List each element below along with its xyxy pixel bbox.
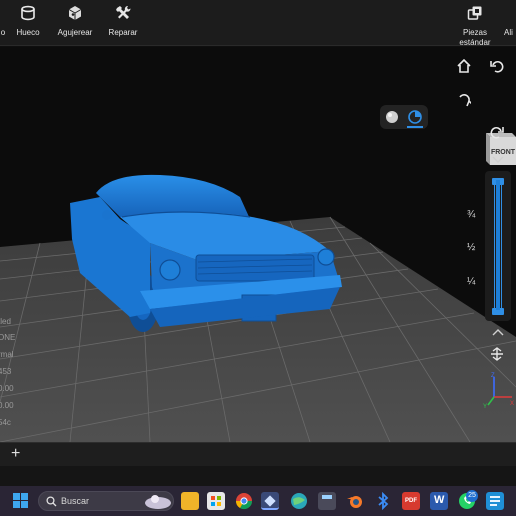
calculator-icon[interactable]	[318, 492, 336, 510]
overhang-sphere-icon[interactable]	[408, 110, 422, 124]
blender-icon[interactable]	[346, 492, 364, 510]
taskbar-search-box[interactable]: Buscar	[38, 491, 174, 511]
standard-parts-icon	[467, 6, 482, 20]
render-mode-toggle[interactable]	[380, 105, 428, 129]
file-explorer-icon[interactable]	[181, 492, 199, 510]
svg-text:Y: Y	[483, 404, 487, 409]
hollow-icon	[21, 5, 35, 21]
3d-viewport[interactable]: FRONT ¾ ½ ¼ Z X Y led ONE mal 453 0.00 0…	[0, 47, 516, 442]
standard-parts-button[interactable]: Piezas estándar	[455, 0, 495, 47]
drill-tool-button[interactable]: Agujerear	[55, 0, 95, 46]
stat-line-7: 54c	[0, 418, 11, 427]
rotate-right-icon[interactable]	[490, 125, 504, 139]
hollow-tool-label: Hueco	[16, 28, 40, 37]
word-icon[interactable]: W	[430, 492, 448, 510]
bluetooth-icon[interactable]	[374, 492, 392, 510]
whatsapp-notification-badge: 25	[466, 490, 478, 502]
windows-start-icon[interactable]	[13, 493, 28, 508]
status-strip	[0, 466, 516, 486]
svg-text:Z: Z	[491, 373, 495, 379]
globe-app-icon[interactable]	[290, 492, 308, 510]
stat-line-2: ONE	[0, 333, 16, 342]
app-window: o Hueco Agujerear Reparar Piezas estánda…	[0, 0, 516, 516]
chrome-icon[interactable]	[235, 492, 253, 510]
standard-parts-label-1: Piezas	[462, 28, 487, 37]
stat-line-3: rmal	[0, 350, 14, 359]
fit-to-view-icon[interactable]	[490, 347, 504, 361]
drill-tool-label: Agujerear	[57, 28, 93, 37]
stat-line-1: tled	[0, 317, 11, 326]
bottom-panel: +	[0, 442, 516, 466]
align-tool-button[interactable]: Ali	[504, 0, 516, 46]
rotate-down-icon[interactable]	[457, 93, 471, 107]
pdf-reader-icon[interactable]: PDF	[402, 492, 420, 510]
align-tool-label: Ali	[504, 28, 513, 37]
svg-text:X: X	[510, 401, 514, 407]
zoom-tick-three-quarter: ¾	[467, 209, 476, 220]
scene-canvas	[0, 174, 516, 442]
microsoft-store-icon[interactable]	[207, 492, 225, 510]
wrench-screwdriver-icon	[116, 5, 131, 19]
stat-line-4: 453	[0, 367, 12, 376]
zoom-slider-fill	[496, 180, 500, 310]
search-icon	[46, 496, 57, 507]
solid-sphere-icon[interactable]	[385, 110, 399, 124]
repair-tool-button[interactable]: Reparar	[106, 0, 140, 46]
top-toolbar: o Hueco Agujerear Reparar Piezas estánda…	[0, 0, 516, 47]
axis-gizmo: Z X Y	[483, 373, 514, 409]
tool-partial-left[interactable]: o	[0, 0, 10, 46]
standard-parts-label-2: estándar	[459, 38, 491, 47]
zoom-tick-quarter: ¼	[467, 276, 476, 287]
drill-cube-icon	[68, 6, 82, 20]
stat-line-6: 0.00	[0, 401, 14, 410]
add-object-button[interactable]: +	[11, 445, 20, 463]
zoom-tick-half: ½	[467, 242, 476, 253]
rotate-left-icon[interactable]	[490, 59, 504, 73]
tool-partial-left-label: o	[0, 28, 6, 37]
repair-tool-label: Reparar	[108, 28, 138, 37]
search-placeholder: Buscar	[61, 496, 90, 506]
chevron-up-icon[interactable]	[492, 327, 504, 337]
home-view-icon[interactable]	[457, 59, 471, 73]
hollow-tool-button[interactable]: Hueco	[12, 0, 44, 46]
stat-line-5: 0.00	[0, 384, 14, 393]
slicer-app-icon[interactable]	[261, 492, 279, 510]
active-mode-indicator	[407, 126, 423, 128]
notepad-icon[interactable]	[486, 492, 504, 510]
search-highlight-icon	[145, 495, 171, 509]
chevron-down-icon[interactable]	[492, 155, 504, 165]
